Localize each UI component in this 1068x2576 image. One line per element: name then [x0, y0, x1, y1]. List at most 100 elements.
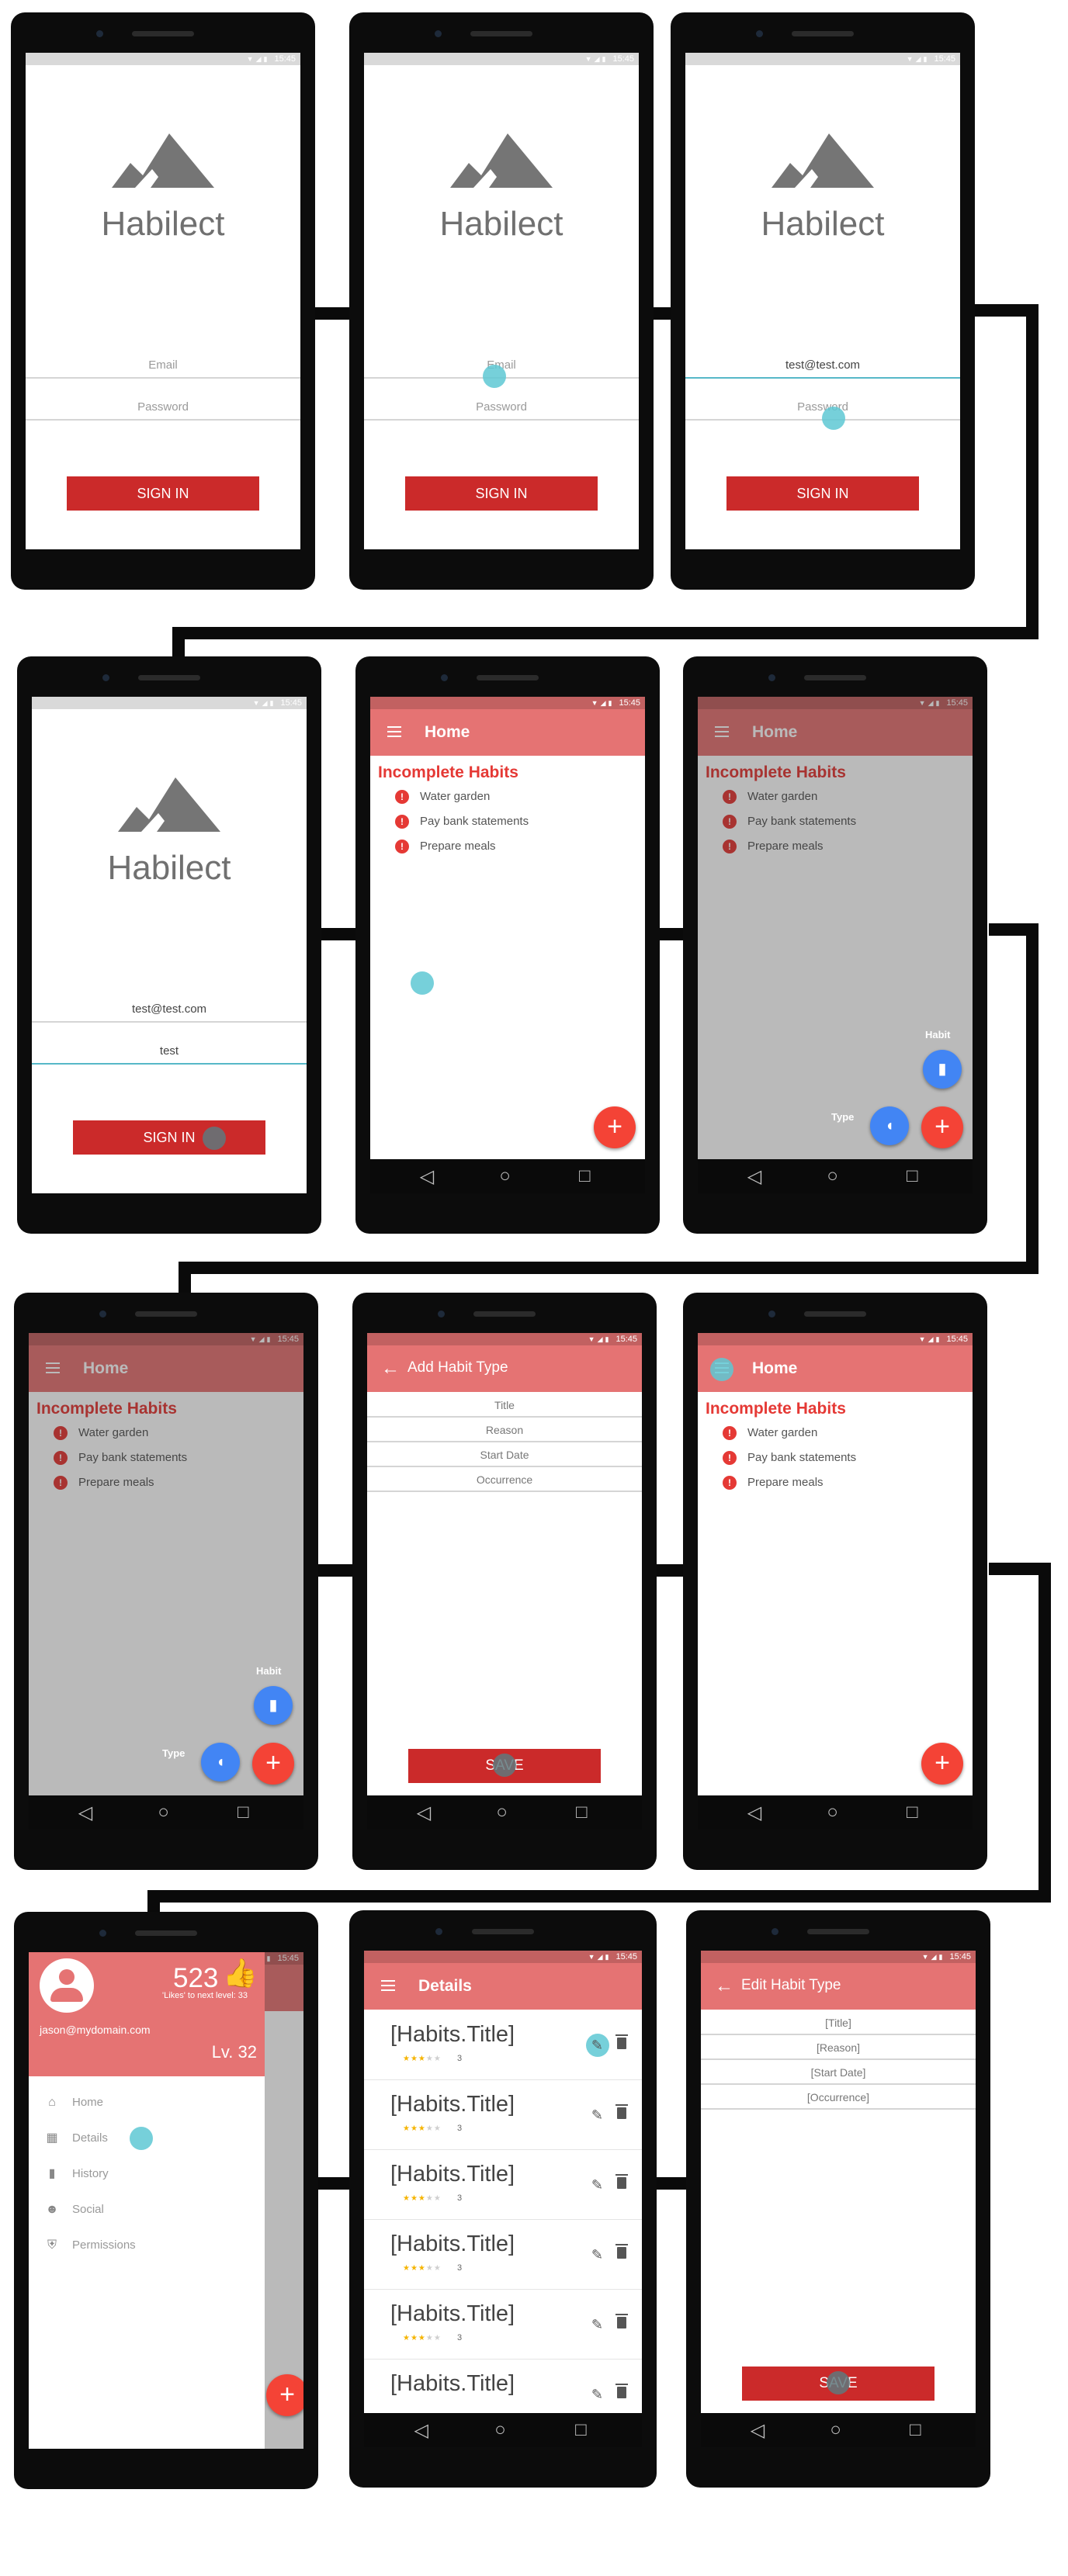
app-bar: Home	[698, 1345, 973, 1392]
reason-field[interactable]: [Reason]	[701, 2036, 976, 2060]
password-field[interactable]: Password	[364, 397, 639, 421]
add-fab-button[interactable]: +	[252, 1743, 294, 1785]
pencil-icon[interactable]: ✎	[591, 2038, 603, 2054]
pencil-icon[interactable]: ✎	[591, 2107, 603, 2124]
pencil-icon[interactable]: ✎	[591, 2247, 603, 2263]
sign-in-button[interactable]: SIGN IN	[405, 476, 598, 511]
habit-type-row[interactable]: [Habits.Title] ★★★★★ 3 ✎	[364, 2081, 642, 2150]
habit-type-row[interactable]: [Habits.Title] ★★★★★ 3 ✎	[364, 2221, 642, 2290]
email-field[interactable]: test@test.com	[32, 999, 307, 1023]
add-fab-button[interactable]: +	[594, 1106, 636, 1148]
home-circle-icon[interactable]: ○	[830, 2419, 841, 2441]
recents-square-icon[interactable]: □	[907, 1165, 918, 1187]
pencil-icon[interactable]: ✎	[591, 2317, 603, 2333]
trash-icon[interactable]	[615, 2174, 628, 2189]
password-field[interactable]: Password	[26, 397, 300, 421]
start-date-field[interactable]: Start Date	[367, 1443, 642, 1467]
habit-item[interactable]: ! Water garden	[395, 788, 490, 805]
pencil-icon[interactable]: ✎	[591, 2177, 603, 2193]
screen: ▼◢▮ 15:45 ← Edit Habit Type [Title] [Reas…	[701, 1951, 976, 2447]
add-habit-button[interactable]: ▮	[923, 1050, 962, 1089]
back-triangle-icon[interactable]: ◁	[417, 1802, 431, 1824]
habit-label: Pay bank statements	[747, 1451, 857, 1464]
sign-in-button[interactable]: SIGN IN	[67, 476, 259, 511]
home-circle-icon[interactable]: ○	[496, 1802, 508, 1823]
trash-icon[interactable]	[615, 2314, 628, 2328]
back-triangle-icon[interactable]: ◁	[747, 1165, 761, 1188]
page-title: Home	[425, 723, 470, 741]
recents-square-icon[interactable]: □	[579, 1165, 591, 1187]
habit-item[interactable]: ! Water garden	[723, 1425, 817, 1442]
flow-connector	[172, 627, 185, 658]
home-circle-icon[interactable]: ○	[827, 1802, 838, 1823]
back-triangle-icon[interactable]: ◁	[420, 1165, 434, 1188]
habit-item[interactable]: ! Pay bank statements	[395, 813, 529, 830]
occurrence-field[interactable]: Occurrence	[367, 1468, 642, 1492]
menu-icon[interactable]	[387, 726, 401, 737]
status-time: 15:45	[615, 1335, 637, 1344]
add-fab-button[interactable]: +	[921, 1743, 963, 1785]
drawer-item-history[interactable]: ▮ History	[44, 2165, 109, 2183]
flow-connector	[147, 1890, 1051, 1903]
sign-in-button[interactable]: SIGN IN	[73, 1120, 265, 1155]
email-field[interactable]: Email	[26, 355, 300, 379]
phone-camera	[95, 30, 103, 37]
drawer-item-home[interactable]: ⌂ Home	[44, 2093, 103, 2112]
back-arrow-icon[interactable]: ←	[715, 1975, 733, 1997]
title-field[interactable]: Title	[367, 1394, 642, 1418]
back-triangle-icon[interactable]: ◁	[78, 1802, 92, 1824]
habit-item[interactable]: ! Prepare meals	[723, 1474, 824, 1491]
add-type-button[interactable]: ◖	[870, 1106, 909, 1145]
rating-value: 3	[457, 2263, 463, 2273]
drawer-item-social[interactable]: ☻ Social	[44, 2200, 104, 2219]
menu-icon[interactable]	[381, 1980, 395, 1991]
home-circle-icon[interactable]: ○	[494, 2419, 506, 2441]
habit-item[interactable]: ! Prepare meals	[395, 838, 496, 855]
chart-icon: ▦	[46, 2131, 58, 2145]
add-habit-button[interactable]: ▮	[254, 1686, 293, 1725]
habit-item[interactable]: ! Pay bank statements	[723, 1449, 856, 1466]
back-triangle-icon[interactable]: ◁	[414, 2419, 428, 2442]
back-arrow-icon[interactable]: ←	[381, 1358, 400, 1380]
pencil-icon[interactable]: ✎	[591, 2387, 603, 2403]
status-bar: ▼◢▮15:45	[364, 53, 639, 65]
password-field[interactable]: test	[32, 1041, 307, 1065]
title-field[interactable]: [Title]	[701, 2011, 976, 2035]
sign-in-button[interactable]: SIGN IN	[726, 476, 919, 511]
add-fab-button[interactable]: +	[266, 2374, 303, 2416]
trash-icon[interactable]	[615, 2034, 628, 2049]
recents-square-icon[interactable]: □	[576, 1802, 588, 1823]
reason-field[interactable]: Reason	[367, 1418, 642, 1442]
trash-icon[interactable]	[615, 2104, 628, 2119]
home-circle-icon[interactable]: ○	[499, 1165, 511, 1187]
habit-type-row[interactable]: [Habits.Title] ★★★★★ 3 ✎	[364, 2290, 642, 2360]
avatar[interactable]	[40, 1958, 94, 2013]
recents-square-icon[interactable]: □	[238, 1802, 249, 1823]
back-triangle-icon[interactable]: ◁	[747, 1802, 761, 1824]
drawer-item-permissions[interactable]: ⛨ Permissions	[44, 2236, 136, 2255]
phone-camera	[768, 674, 775, 681]
habit-title: [Habits.Title]	[390, 2162, 515, 2186]
recents-square-icon[interactable]: □	[910, 2419, 921, 2441]
drawer-item-details[interactable]: ▦ Details	[44, 2129, 107, 2148]
shield-icon: ⛨	[47, 2238, 57, 2252]
user-level: Lv. 32	[211, 2042, 257, 2062]
phone-details: ▼◢▮ 15:45 Details [Habits.Title] ★★★★★ 3 …	[349, 1910, 657, 2488]
star-rating: ★★★★★	[403, 2264, 442, 2273]
tap-indicator	[493, 1754, 516, 1777]
back-triangle-icon[interactable]: ◁	[751, 2419, 765, 2442]
add-fab-button[interactable]: +	[921, 1106, 963, 1148]
email-field[interactable]: test@test.com	[685, 355, 960, 379]
occurrence-field[interactable]: [Occurrence]	[701, 2086, 976, 2110]
start-date-field[interactable]: [Start Date]	[701, 2061, 976, 2085]
habit-type-row[interactable]: [Habits.Title] ★★★★★ 3 ✎	[364, 2011, 642, 2080]
home-circle-icon[interactable]: ○	[158, 1802, 169, 1823]
trash-icon[interactable]	[615, 2384, 628, 2398]
recents-square-icon[interactable]: □	[907, 1802, 918, 1823]
add-type-button[interactable]: ◖	[201, 1743, 240, 1781]
habit-type-row[interactable]: [Habits.Title] ★★★★★ 3 ✎	[364, 2151, 642, 2220]
home-circle-icon[interactable]: ○	[827, 1165, 838, 1187]
book-icon: ▮	[269, 1697, 278, 1714]
recents-square-icon[interactable]: □	[575, 2419, 587, 2441]
trash-icon[interactable]	[615, 2244, 628, 2259]
